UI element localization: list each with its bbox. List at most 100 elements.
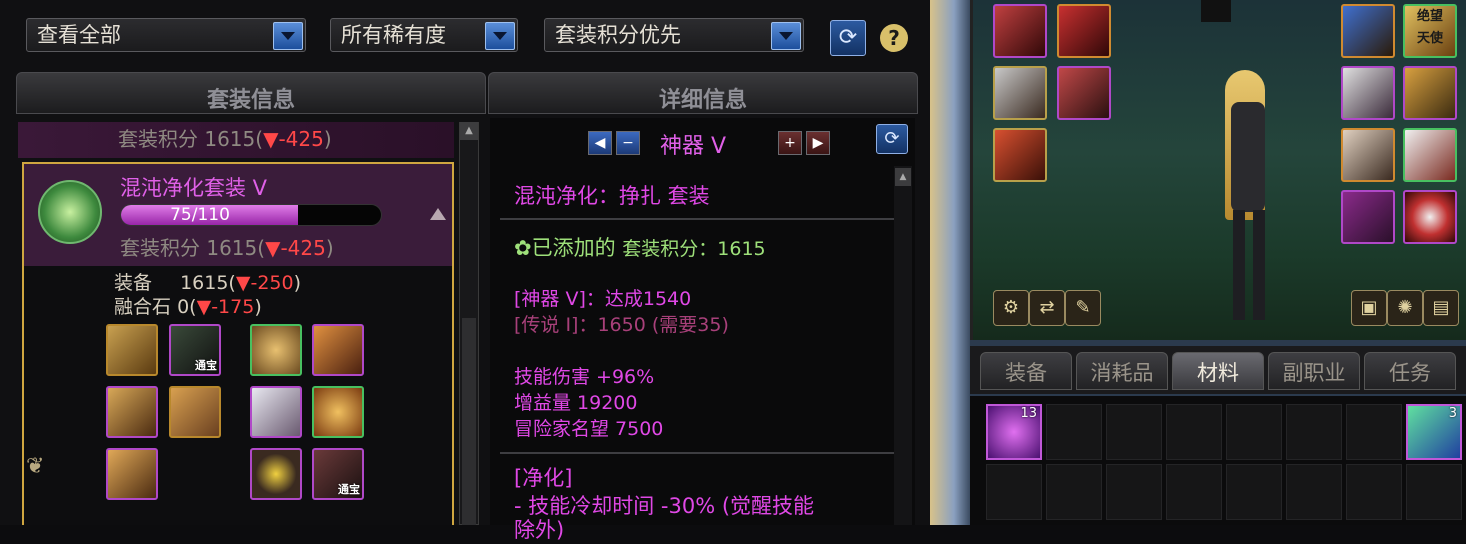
inventory-slot[interactable]: [1286, 464, 1342, 520]
tab-quests[interactable]: 任务: [1364, 352, 1456, 390]
rarity-dropdown[interactable]: 所有稀有度: [330, 18, 518, 52]
inventory-slot[interactable]: [1106, 404, 1162, 460]
added-label: 已添加的: [531, 236, 616, 260]
inventory-slot[interactable]: [1166, 404, 1222, 460]
equip-slot-boots[interactable]: [106, 448, 158, 500]
inventory-slot[interactable]: [1046, 404, 1102, 460]
inventory-slot[interactable]: [1286, 404, 1342, 460]
equip-title-slot[interactable]: [1057, 4, 1111, 58]
gear-ring-icon[interactable]: ✺: [1387, 290, 1423, 326]
equip-slot-r5[interactable]: [1403, 128, 1457, 182]
view-all-dropdown-value: 查看全部: [37, 23, 121, 47]
inventory-slot[interactable]: [1166, 464, 1222, 520]
set-row-previous[interactable]: 套装积分 1615(▼-425): [18, 122, 454, 158]
grade-next-button[interactable]: ▶: [806, 131, 830, 155]
set-info-header: 套装信息: [16, 72, 486, 114]
help-icon[interactable]: ?: [880, 24, 908, 52]
equip-weapon-slot[interactable]: [993, 4, 1047, 58]
inventory-slot[interactable]: [1046, 464, 1102, 520]
set-info-title: 套装信息: [206, 88, 295, 113]
inventory-slot[interactable]: [986, 464, 1042, 520]
detail-scrollbar[interactable]: [894, 166, 912, 525]
equip-slot-r6[interactable]: [1341, 190, 1395, 244]
tongbao-badge: 通宝: [338, 483, 360, 496]
rose-set-icon: [38, 180, 102, 244]
equip-slot-belt[interactable]: [169, 386, 221, 438]
inventory-slot[interactable]: [1346, 404, 1402, 460]
chevron-down-icon[interactable]: [485, 22, 515, 50]
view-all-dropdown[interactable]: 查看全部: [26, 18, 306, 52]
inventory-item-orb[interactable]: 13: [986, 404, 1042, 460]
inventory-slot[interactable]: [1226, 404, 1282, 460]
inventory-item-crystal[interactable]: 3: [1406, 404, 1462, 460]
grade-plus-button[interactable]: +: [778, 131, 802, 155]
equip-pants-slot[interactable]: [993, 128, 1047, 182]
inventory-slot[interactable]: [1406, 464, 1462, 520]
scroll-up-icon[interactable]: ▲: [895, 168, 911, 186]
equip-slot-r3[interactable]: [1403, 66, 1457, 120]
chevron-down-icon[interactable]: [771, 22, 801, 50]
inventory-slot[interactable]: [1106, 464, 1162, 520]
set-progress-text: 75/110: [170, 205, 230, 225]
equip-slot-rose[interactable]: [250, 324, 302, 376]
equip-slot-r4[interactable]: [1341, 128, 1395, 182]
tab-subclass[interactable]: 副职业: [1268, 352, 1360, 390]
divider: [500, 452, 894, 454]
fusion-value: 0: [177, 296, 190, 318]
fusion-delta: -175: [211, 296, 255, 318]
equip-slot-box[interactable]: [250, 386, 302, 438]
equip-slot-r7[interactable]: [1403, 190, 1457, 244]
down-arrow-icon: ▼: [235, 272, 251, 294]
set-score-value: 1615: [206, 236, 258, 260]
set-score-label: 套装积分: [118, 127, 198, 151]
background-scene: [930, 0, 970, 525]
inventory-slot[interactable]: [1226, 464, 1282, 520]
tab-consumables[interactable]: 消耗品: [1076, 352, 1168, 390]
tab-equipment[interactable]: 装备: [980, 352, 1072, 390]
equip-slot-weapon[interactable]: 通宝: [312, 448, 364, 500]
item-quantity: 3: [1448, 406, 1457, 421]
title-badge[interactable]: 绝望 天使: [1403, 4, 1457, 58]
set-list-scroll-thumb[interactable]: [462, 318, 476, 525]
detail-refresh-button[interactable]: ⟳: [876, 124, 908, 154]
added-score: 套装积分：1615: [622, 238, 766, 260]
detail-grade-title: 神器 V: [660, 134, 727, 159]
down-arrow-icon: ▼: [265, 236, 281, 260]
set-score-value: 1615: [204, 127, 256, 151]
diamond-icon: [1201, 0, 1231, 22]
equip-slot-necklace[interactable]: 通宝: [169, 324, 221, 376]
set-score-label: 套装积分: [120, 236, 200, 260]
selected-set-card[interactable]: 混沌净化套装 V 75/110 套装积分 1615(▼-425) 装备 1615…: [22, 162, 454, 525]
equip-slot-shoulder[interactable]: [106, 324, 158, 376]
pen-icon[interactable]: ✎: [1065, 290, 1101, 326]
grade-minus-button[interactable]: −: [616, 131, 640, 155]
sort-dropdown[interactable]: 套装积分优先: [544, 18, 804, 52]
character-equipment-window: 绝望 天使 ⚙ ⇄ ✎ ▣ ✺ ▤: [970, 0, 1466, 340]
box-icon[interactable]: ▤: [1423, 290, 1459, 326]
swap-icon[interactable]: ⇄: [1029, 290, 1065, 326]
fusion-stat: 融合石 0(▼-175): [114, 296, 262, 318]
equip-slot-r2[interactable]: [1341, 66, 1395, 120]
collapse-arrow-icon[interactable]: [430, 208, 446, 220]
refresh-button[interactable]: ⟳: [830, 20, 866, 56]
equip-slot-stone[interactable]: [250, 448, 302, 500]
grade-prev-button[interactable]: ◀: [588, 131, 612, 155]
tongbao-badge: 通宝: [195, 359, 217, 372]
down-arrow-icon: ▼: [196, 296, 212, 318]
inventory-slot[interactable]: [1346, 464, 1402, 520]
inventory-grid: 13 3: [970, 396, 1466, 525]
tab-materials[interactable]: 材料: [1172, 352, 1264, 390]
equip-slot-bracelet[interactable]: [312, 386, 364, 438]
settings-icon[interactable]: ⚙: [993, 290, 1029, 326]
set-score-delta: -425: [278, 127, 324, 151]
equip-top-slot[interactable]: [1057, 66, 1111, 120]
equip-shoulder-slot[interactable]: [993, 66, 1047, 120]
chevron-down-icon[interactable]: [273, 22, 303, 50]
equip-slot-top[interactable]: [106, 386, 158, 438]
cube-icon[interactable]: ▣: [1351, 290, 1387, 326]
stat-line-1: 技能伤害 +96%: [514, 366, 655, 388]
scroll-up-icon[interactable]: ▲: [460, 122, 478, 140]
equip-slot-ring[interactable]: [312, 324, 364, 376]
equip-value: 1615: [180, 272, 229, 294]
equip-slot-r1[interactable]: [1341, 4, 1395, 58]
